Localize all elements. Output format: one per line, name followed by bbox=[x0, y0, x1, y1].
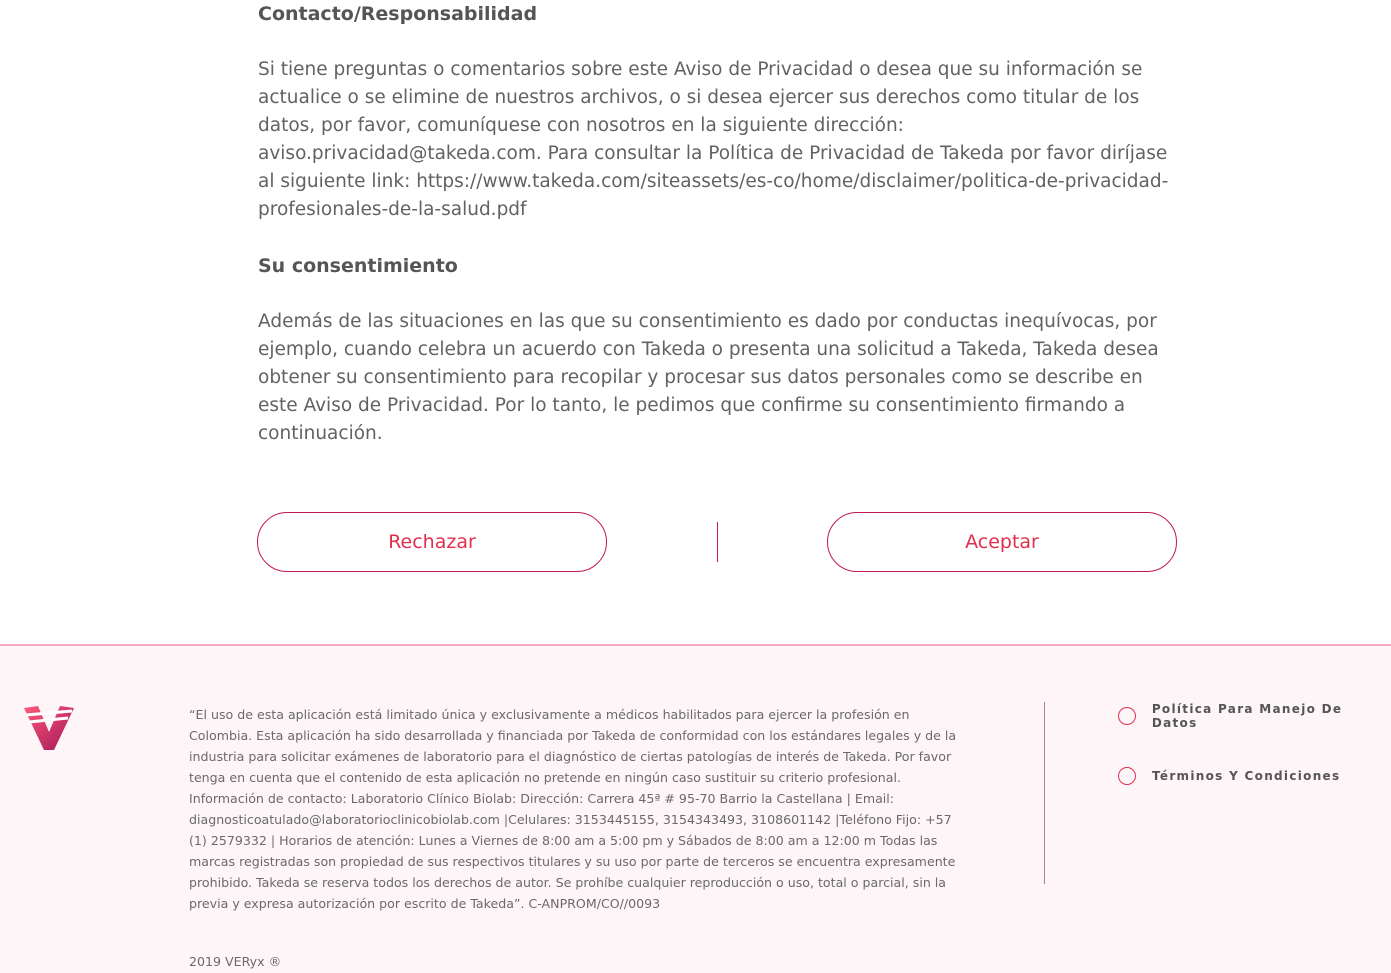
contact-heading: Contacto/Responsabilidad bbox=[258, 3, 538, 25]
footer-copyright: 2019 VERyx ® bbox=[189, 954, 282, 969]
consent-heading: Su consentimiento bbox=[258, 255, 458, 277]
veryx-logo-icon bbox=[24, 706, 74, 750]
consent-paragraph: Además de las situaciones en las que su … bbox=[258, 311, 1159, 444]
privacy-policy-label: Política Para Manejo De Datos bbox=[1151, 702, 1343, 730]
privacy-notice-content: Contacto/Responsabilidad Si tiene pregun… bbox=[258, 0, 1173, 448]
consent-actions: Rechazar Aceptar bbox=[257, 512, 1179, 572]
footer-disclaimer: “El uso de esta aplicación está limitado… bbox=[189, 707, 957, 911]
radio-circle-icon bbox=[1118, 767, 1136, 785]
terms-link[interactable]: Términos Y Condiciones bbox=[1118, 767, 1340, 785]
terms-label: Términos Y Condiciones bbox=[1152, 769, 1341, 783]
privacy-policy-link[interactable]: Política Para Manejo De Datos bbox=[1118, 702, 1391, 730]
footer-divider bbox=[1044, 702, 1045, 884]
reject-button[interactable]: Rechazar bbox=[257, 512, 607, 572]
contact-paragraph: Si tiene preguntas o comentarios sobre e… bbox=[258, 59, 1169, 220]
actions-divider bbox=[717, 522, 718, 562]
accept-button[interactable]: Aceptar bbox=[827, 512, 1177, 572]
radio-circle-icon bbox=[1118, 707, 1136, 725]
footer: “El uso de esta aplicación está limitado… bbox=[0, 644, 1391, 973]
